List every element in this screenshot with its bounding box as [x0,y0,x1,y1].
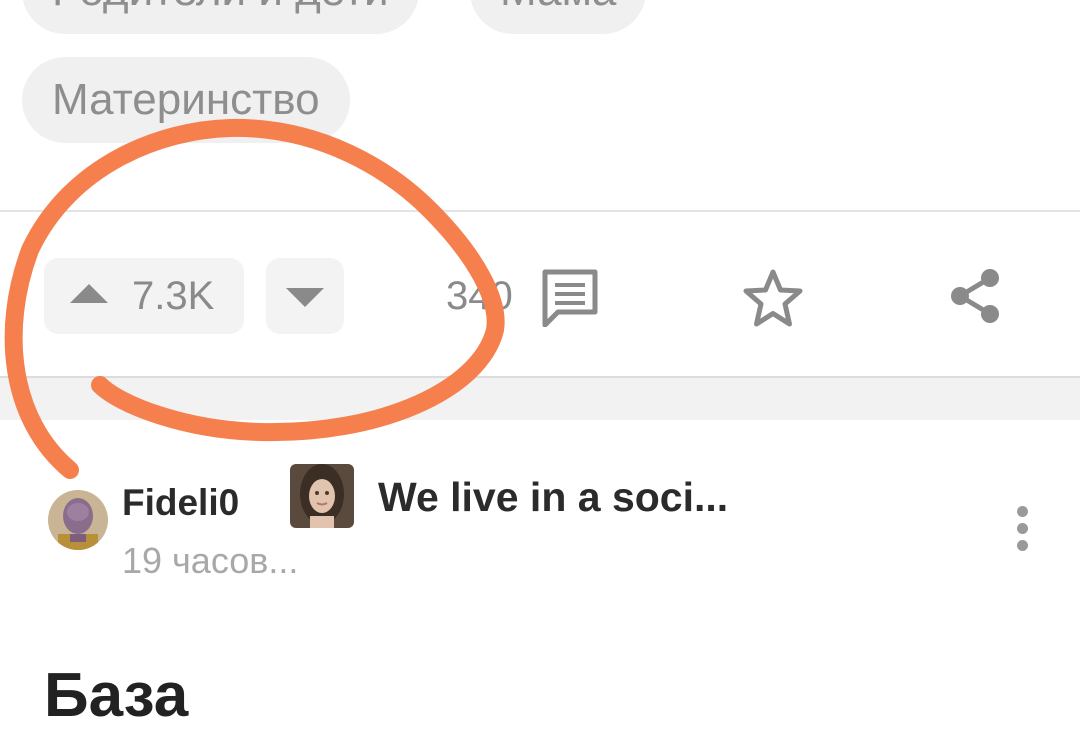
avatar[interactable] [48,490,108,550]
star-outline-icon[interactable] [742,268,804,328]
upvote-count: 7.3K [132,274,215,318]
author-name[interactable]: Fideli0 [122,482,239,524]
comment-count: 340 [446,274,513,318]
more-options-icon[interactable] [1010,506,1034,556]
upvote-button[interactable]: 7.3K [44,258,244,334]
community-name[interactable]: We live in a soci... [378,474,728,521]
post-action-bar: 7.3K 340 [0,212,1080,376]
post-time: 19 часов... [122,540,299,581]
triangle-down-icon [286,288,324,307]
share-icon[interactable] [946,266,1004,326]
tag-chip[interactable]: Материнство [22,57,350,143]
downvote-button[interactable] [266,258,344,334]
post-title[interactable]: База [44,660,188,731]
section-separator [0,378,1080,420]
community-avatar[interactable] [290,464,354,528]
tag-chip[interactable]: Мама [470,0,647,34]
triangle-up-icon [70,284,108,303]
comment-icon[interactable] [540,267,600,327]
tag-chip[interactable]: Родители и дети [22,0,419,34]
